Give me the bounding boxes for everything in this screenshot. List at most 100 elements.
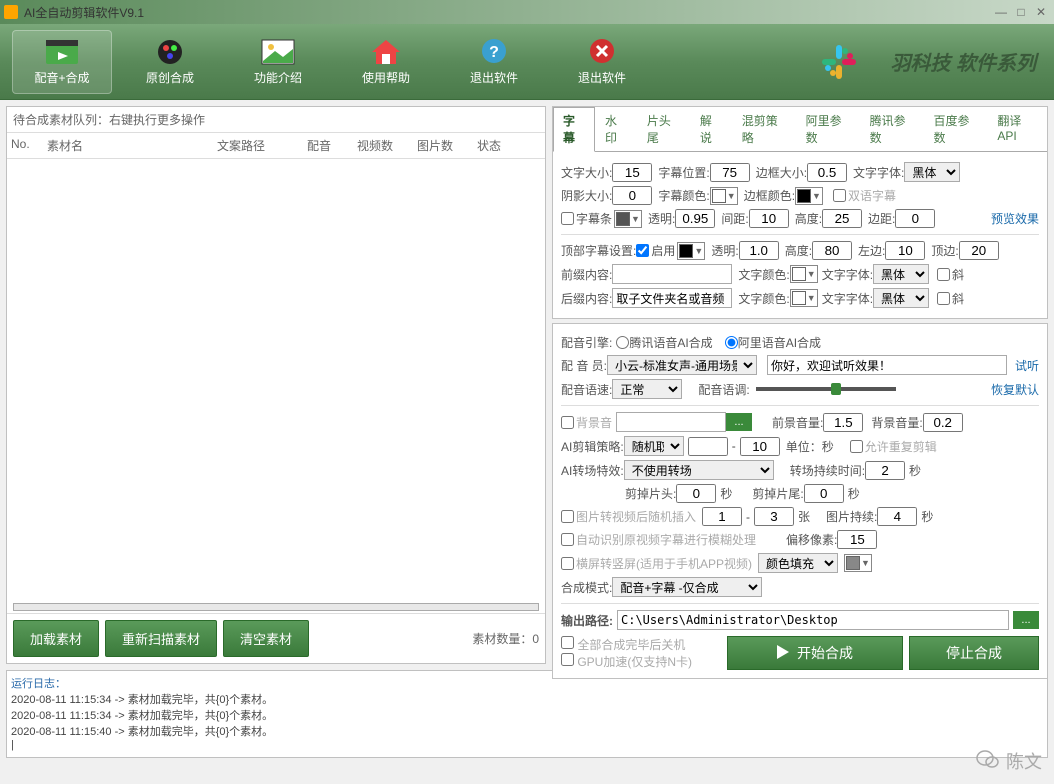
synthesis-mode-select[interactable]: 配音+字幕 -仅合成	[612, 577, 762, 597]
wechat-icon	[976, 749, 1000, 774]
load-material-button[interactable]: 加载素材	[13, 620, 99, 657]
margin-input[interactable]	[895, 209, 935, 228]
engine-ali-radio[interactable]	[725, 336, 738, 349]
settings-tabs: 字幕 水印 片头尾 解说 混剪策略 阿里参数 腾讯参数 百度参数 翻译API	[553, 107, 1047, 152]
reset-link[interactable]: 恢复默认	[991, 381, 1039, 398]
tab-ali-params[interactable]: 阿里参数	[796, 107, 860, 151]
bg-browse-button[interactable]: ...	[726, 413, 752, 431]
voice-actor-select[interactable]: 小云-标准女声-通用场景	[607, 355, 757, 375]
voice-test-text-input[interactable]	[767, 355, 1007, 375]
stop-synthesis-button[interactable]: 停止合成	[909, 636, 1039, 670]
start-synthesis-button[interactable]: 开始合成	[727, 636, 903, 670]
tab-headtail[interactable]: 片头尾	[637, 107, 690, 151]
offset-input[interactable]	[837, 530, 877, 549]
tab-tencent-params[interactable]: 腾讯参数	[860, 107, 924, 151]
tool-exit[interactable]: 退出软件	[552, 30, 652, 94]
fg-volume-input[interactable]	[823, 413, 863, 432]
img-to-input[interactable]	[754, 507, 794, 526]
font-size-input[interactable]	[612, 163, 652, 182]
svg-text:?: ?	[489, 44, 499, 61]
tab-mixcut[interactable]: 混剪策略	[732, 107, 796, 151]
img-from-input[interactable]	[702, 507, 742, 526]
top-height-input[interactable]	[812, 241, 852, 260]
border-color-picker[interactable]: ▼	[795, 187, 823, 205]
subtitle-bar-checkbox[interactable]	[561, 212, 574, 225]
bg-volume-input[interactable]	[923, 413, 963, 432]
top-opacity-input[interactable]	[739, 241, 779, 260]
clip-strategy-select[interactable]: 随机取	[624, 436, 684, 456]
top-subtitle-enable[interactable]	[636, 244, 649, 257]
log-line: 2020-08-11 11:15:34 -> 素材加载完毕，共{0}个素材。	[11, 691, 1043, 707]
font-select[interactable]: 黑体	[904, 162, 960, 182]
bilingual-checkbox[interactable]	[833, 189, 846, 202]
rescan-material-button[interactable]: 重新扫描素材	[105, 620, 217, 657]
voice-tone-slider[interactable]	[756, 387, 896, 391]
col-path: 文案路径	[213, 137, 303, 154]
subtitle-pos-input[interactable]	[710, 163, 750, 182]
range-to-input[interactable]	[740, 437, 780, 456]
suffix-input[interactable]	[612, 288, 732, 308]
top-tmargin-input[interactable]	[959, 241, 999, 260]
output-path-input[interactable]	[617, 610, 1009, 630]
auto-blur-checkbox[interactable]	[561, 533, 574, 546]
prefix-input[interactable]	[612, 264, 732, 284]
question-icon: ?	[476, 37, 512, 67]
tab-narration[interactable]: 解说	[690, 107, 732, 151]
play-icon	[777, 645, 789, 662]
gpu-checkbox[interactable]	[561, 653, 574, 666]
range-from-input[interactable]	[688, 437, 728, 456]
img-insert-checkbox[interactable]	[561, 510, 574, 523]
prefix-font-select[interactable]: 黑体	[873, 264, 929, 284]
tool-help-usage[interactable]: ? 退出软件	[444, 30, 544, 94]
clear-material-button[interactable]: 清空素材	[223, 620, 309, 657]
opacity-input[interactable]	[675, 209, 715, 228]
img-dur-input[interactable]	[877, 507, 917, 526]
suffix-font-select[interactable]: 黑体	[873, 288, 929, 308]
log-line: 2020-08-11 11:15:34 -> 素材加载完毕，共{0}个素材。	[11, 707, 1043, 723]
suffix-color-picker[interactable]: ▼	[790, 289, 818, 307]
minimize-button[interactable]: —	[992, 4, 1010, 20]
tool-help[interactable]: 使用帮助	[336, 30, 436, 94]
prefix-italic-checkbox[interactable]	[937, 268, 950, 281]
bg-audio-path[interactable]	[616, 412, 726, 432]
bar-color-picker[interactable]: ▼	[614, 210, 642, 228]
height-input[interactable]	[822, 209, 862, 228]
transition-dur-input[interactable]	[865, 461, 905, 480]
voice-speed-select[interactable]: 正常	[612, 379, 682, 399]
suffix-italic-checkbox[interactable]	[937, 292, 950, 305]
bg-audio-checkbox[interactable]	[561, 416, 574, 429]
maximize-button[interactable]: □	[1012, 4, 1030, 20]
fill-color-picker[interactable]: ▼	[844, 554, 872, 572]
close-button[interactable]: ✕	[1032, 4, 1050, 20]
cut-head-input[interactable]	[676, 484, 716, 503]
output-browse-button[interactable]: ...	[1013, 611, 1039, 629]
transition-select[interactable]: 不使用转场	[624, 460, 774, 480]
shadow-size-input[interactable]	[612, 186, 652, 205]
tool-original-synthesis[interactable]: 原创合成	[120, 30, 220, 94]
rotate-checkbox[interactable]	[561, 557, 574, 570]
border-size-input[interactable]	[807, 163, 847, 182]
material-count: 素材数量：0	[472, 630, 539, 647]
top-left-input[interactable]	[885, 241, 925, 260]
top-color-picker[interactable]: ▼	[677, 242, 705, 260]
prefix-color-picker[interactable]: ▼	[790, 265, 818, 283]
subtitle-color-picker[interactable]: ▼	[710, 187, 738, 205]
engine-tencent-radio[interactable]	[616, 336, 629, 349]
shutdown-checkbox[interactable]	[561, 636, 574, 649]
tab-translate-api[interactable]: 翻译API	[987, 107, 1047, 151]
cut-tail-input[interactable]	[804, 484, 844, 503]
col-icount: 图片数	[413, 137, 473, 154]
allow-dup-checkbox[interactable]	[850, 440, 863, 453]
tool-dubbing-synthesis[interactable]: 配音+合成	[12, 30, 112, 94]
tab-watermark[interactable]: 水印	[595, 107, 637, 151]
queue-list[interactable]	[7, 159, 545, 601]
preview-link[interactable]: 预览效果	[991, 210, 1039, 227]
fill-mode-select[interactable]: 颜色填充	[758, 553, 838, 573]
gap-input[interactable]	[749, 209, 789, 228]
test-listen-link[interactable]: 试听	[1015, 357, 1039, 374]
queue-header: 待合成素材队列：右键执行更多操作	[7, 107, 545, 133]
tab-subtitle[interactable]: 字幕	[553, 107, 595, 152]
tool-feature-intro[interactable]: 功能介绍	[228, 30, 328, 94]
watermark: 陈文	[976, 748, 1042, 774]
tab-baidu-params[interactable]: 百度参数	[923, 107, 987, 151]
